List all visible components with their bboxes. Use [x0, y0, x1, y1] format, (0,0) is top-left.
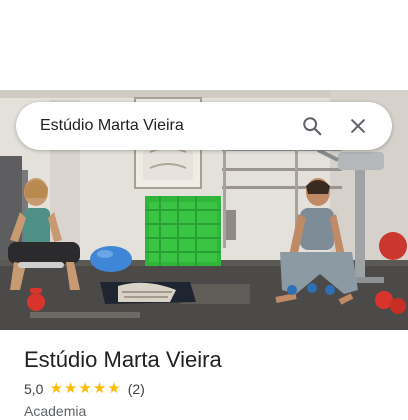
search-bar[interactable]: Estúdio Marta Vieira	[16, 102, 392, 150]
star-icon: ★	[63, 380, 78, 397]
clear-search-button[interactable]	[338, 106, 378, 146]
rating-value: 5,0	[24, 381, 44, 397]
place-category: Academia	[24, 403, 87, 419]
close-icon	[351, 119, 365, 133]
place-title: Estúdio Marta Vieira	[24, 347, 222, 372]
star-icon: ★	[49, 380, 63, 397]
star-icon: ★	[107, 380, 121, 397]
top-blank-area	[0, 0, 408, 90]
rating-row[interactable]: 5,0 ★ ★ ★ ★ ★ (2)	[24, 381, 392, 398]
place-info: Estúdio Marta Vieira 5,0 ★ ★ ★ ★ ★ (2) A…	[24, 340, 392, 419]
review-count[interactable]: (2)	[128, 381, 145, 397]
search-icon	[303, 117, 322, 136]
rating-stars: ★ ★ ★ ★ ★	[49, 381, 121, 397]
search-input[interactable]: Estúdio Marta Vieira	[40, 117, 292, 135]
star-icon: ★	[92, 380, 107, 397]
star-icon: ★	[78, 380, 92, 397]
search-button[interactable]	[292, 106, 332, 146]
